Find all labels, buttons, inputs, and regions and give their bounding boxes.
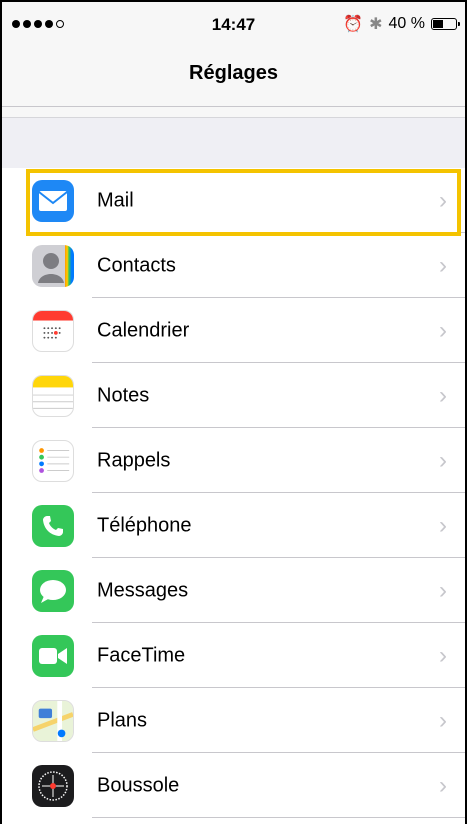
settings-screen: 14:47 ⏰ ✱ 40 % Réglages Mail › Contacts … bbox=[0, 0, 467, 826]
settings-row-reminders[interactable]: Rappels › bbox=[2, 428, 465, 493]
chevron-right-icon: › bbox=[439, 576, 447, 604]
settings-row-label: Rappels bbox=[97, 449, 171, 471]
settings-row-label: Téléphone bbox=[97, 514, 192, 536]
mail-row-highlight bbox=[26, 169, 461, 236]
settings-row-compass[interactable]: Boussole › bbox=[2, 753, 465, 818]
contacts-icon bbox=[32, 244, 74, 287]
settings-row-maps[interactable]: Plans › bbox=[2, 688, 465, 753]
settings-row-label: Messages bbox=[97, 579, 189, 601]
calendar-icon bbox=[32, 309, 74, 352]
messages-icon bbox=[32, 569, 74, 612]
settings-row-label: Contacts bbox=[97, 254, 176, 276]
chevron-right-icon: › bbox=[439, 316, 447, 344]
reminders-icon bbox=[32, 439, 74, 482]
settings-row-contacts[interactable]: Contacts › bbox=[2, 233, 465, 298]
settings-row-calendar[interactable]: Calendrier › bbox=[2, 298, 465, 363]
page-title: Réglages bbox=[189, 62, 278, 84]
settings-list: Mail › Contacts › Calendrier › Notes › R… bbox=[2, 168, 465, 826]
compass-icon bbox=[32, 764, 74, 807]
status-right: ⏰ ✱ 40 % bbox=[343, 14, 460, 34]
facetime-icon bbox=[32, 634, 74, 677]
phone-icon bbox=[32, 504, 74, 547]
settings-row-messages[interactable]: Messages › bbox=[2, 558, 465, 623]
chevron-right-icon: › bbox=[439, 381, 447, 409]
settings-row-phone[interactable]: Téléphone › bbox=[2, 493, 465, 558]
settings-row-label: FaceTime bbox=[97, 644, 186, 666]
chevron-right-icon: › bbox=[439, 251, 447, 279]
battery-percent: 40 % bbox=[388, 15, 425, 32]
settings-row-notes[interactable]: Notes › bbox=[2, 363, 465, 428]
settings-row-label: Notes bbox=[97, 384, 150, 406]
settings-row-facetime[interactable]: FaceTime › bbox=[2, 623, 465, 688]
chevron-right-icon: › bbox=[439, 446, 447, 474]
chevron-right-icon: › bbox=[439, 641, 447, 669]
chevron-right-icon: › bbox=[439, 511, 447, 539]
settings-row-label: Boussole bbox=[97, 774, 180, 796]
settings-row-label: Calendrier bbox=[97, 319, 190, 341]
alarm-icon: ⏰ bbox=[343, 16, 364, 33]
settings-row-label: Plans bbox=[97, 709, 148, 731]
notes-icon bbox=[32, 374, 74, 417]
group-separator bbox=[2, 117, 465, 169]
bluetooth-icon: ✱ bbox=[369, 16, 383, 33]
navigation-bar: Réglages bbox=[2, 42, 465, 107]
battery-icon bbox=[431, 18, 460, 30]
status-bar: 14:47 ⏰ ✱ 40 % bbox=[2, 2, 465, 42]
chevron-right-icon: › bbox=[439, 706, 447, 734]
chevron-right-icon: › bbox=[439, 771, 447, 799]
maps-icon bbox=[32, 699, 74, 742]
